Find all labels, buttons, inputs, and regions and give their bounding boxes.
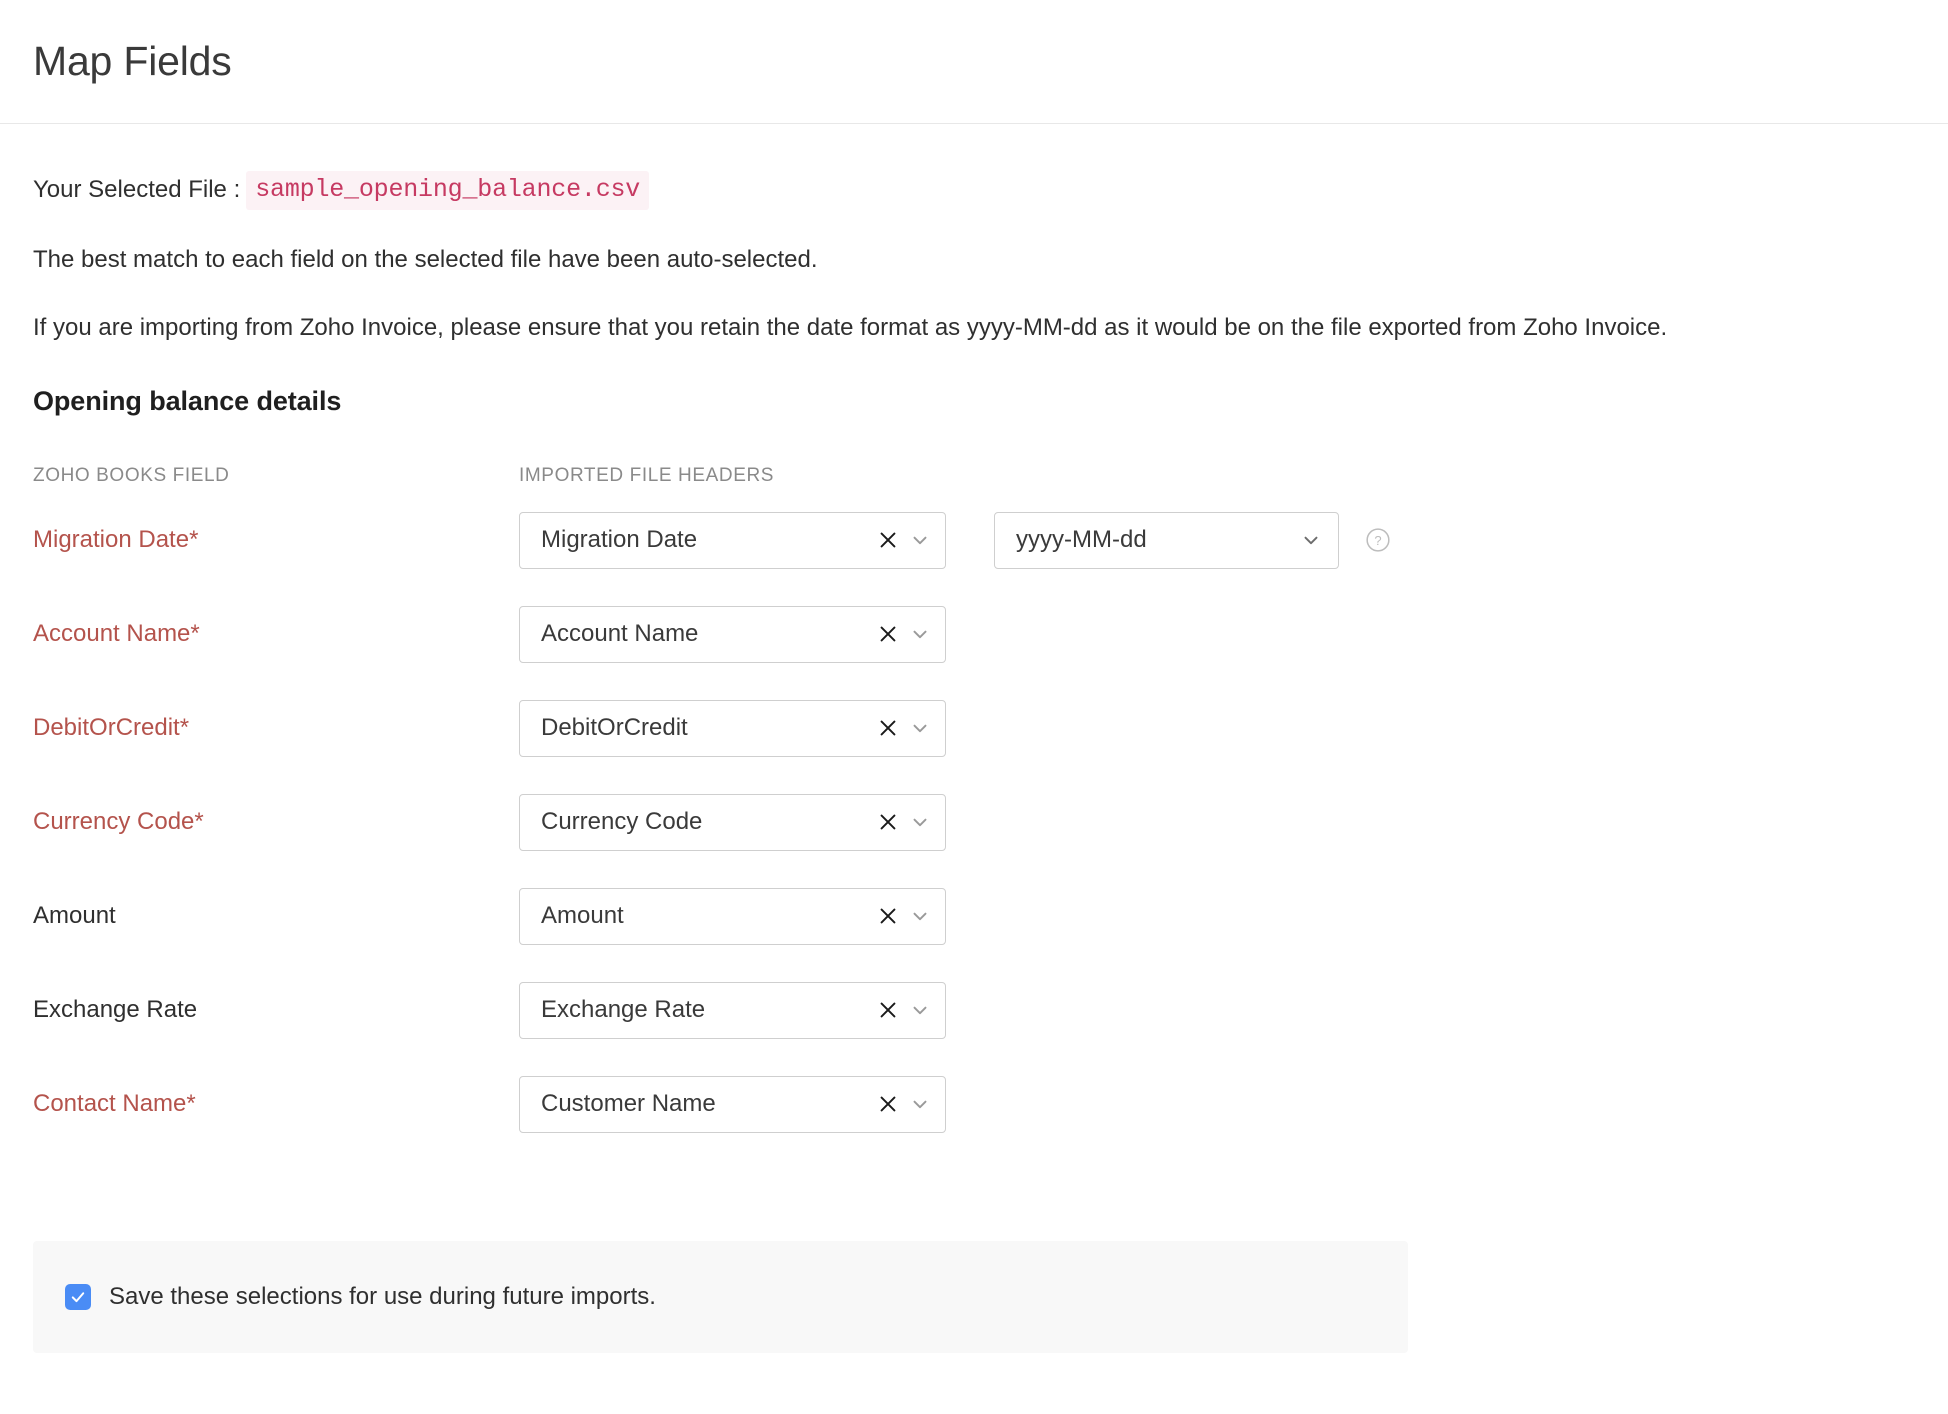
column-headers: ZOHO BOOKS FIELD IMPORTED FILE HEADERS [33, 465, 1915, 493]
help-circle-icon[interactable]: ? [1365, 527, 1391, 553]
chevron-down-icon[interactable] [1300, 529, 1322, 551]
header-select-debitorcredit[interactable]: DebitOrCredit [519, 700, 946, 757]
date-format-select[interactable]: yyyy-MM-dd [994, 512, 1339, 569]
header-select-account-name[interactable]: Account Name [519, 606, 946, 663]
close-x-icon[interactable] [877, 529, 899, 551]
svg-text:?: ? [1374, 533, 1381, 548]
chevron-down-icon[interactable] [909, 999, 931, 1021]
table-row: Migration Date* Migration Date yyyy-MM-d… [33, 493, 1915, 587]
close-x-icon[interactable] [877, 1093, 899, 1115]
close-x-icon[interactable] [877, 999, 899, 1021]
section-title: Opening balance details [33, 386, 1915, 417]
field-mapping-grid: ZOHO BOOKS FIELD IMPORTED FILE HEADERS M… [33, 465, 1915, 1151]
chevron-down-icon[interactable] [909, 1093, 931, 1115]
selected-file-name: sample_opening_balance.csv [246, 171, 649, 210]
column-header-imported-file-headers: IMPORTED FILE HEADERS [519, 465, 774, 487]
header-select-contact-name[interactable]: Customer Name [519, 1076, 946, 1133]
date-format-value: yyyy-MM-dd [1016, 526, 1300, 554]
header-select-exchange-rate[interactable]: Exchange Rate [519, 982, 946, 1039]
main-content: Your Selected File : sample_opening_bala… [0, 172, 1948, 1353]
field-label-exchange-rate: Exchange Rate [33, 996, 519, 1024]
chevron-down-icon[interactable] [909, 717, 931, 739]
header-select-value: DebitOrCredit [541, 714, 877, 742]
field-label-currency-code: Currency Code* [33, 808, 519, 836]
header-select-value: Customer Name [541, 1090, 877, 1118]
save-selections-label: Save these selections for use during fut… [109, 1283, 656, 1311]
check-icon [69, 1288, 87, 1306]
field-label-amount: Amount [33, 902, 519, 930]
table-row: Currency Code* Currency Code [33, 775, 1915, 869]
close-x-icon[interactable] [877, 905, 899, 927]
field-label-account-name: Account Name* [33, 620, 519, 648]
field-label-migration-date: Migration Date* [33, 526, 519, 554]
header-select-value: Account Name [541, 620, 877, 648]
header-select-value: Currency Code [541, 808, 877, 836]
close-x-icon[interactable] [877, 811, 899, 833]
page-title: Map Fields [33, 41, 232, 82]
page-header: Map Fields [0, 0, 1948, 124]
field-label-debitorcredit: DebitOrCredit* [33, 714, 519, 742]
close-x-icon[interactable] [877, 623, 899, 645]
chevron-down-icon[interactable] [909, 529, 931, 551]
header-select-amount[interactable]: Amount [519, 888, 946, 945]
header-select-value: Migration Date [541, 526, 877, 554]
table-row: DebitOrCredit* DebitOrCredit [33, 681, 1915, 775]
close-x-icon[interactable] [877, 717, 899, 739]
table-row: Contact Name* Customer Name [33, 1057, 1915, 1151]
selected-file-label: Your Selected File : [33, 176, 240, 204]
intro-line-1: The best match to each field on the sele… [33, 246, 1915, 274]
header-select-value: Amount [541, 902, 877, 930]
chevron-down-icon[interactable] [909, 623, 931, 645]
table-row: Account Name* Account Name [33, 587, 1915, 681]
intro-line-2: If you are importing from Zoho Invoice, … [33, 314, 1915, 342]
header-select-currency-code[interactable]: Currency Code [519, 794, 946, 851]
chevron-down-icon[interactable] [909, 811, 931, 833]
chevron-down-icon[interactable] [909, 905, 931, 927]
save-selections-checkbox[interactable] [65, 1284, 91, 1310]
header-select-migration-date[interactable]: Migration Date [519, 512, 946, 569]
table-row: Exchange Rate Exchange Rate [33, 963, 1915, 1057]
save-selections-panel: Save these selections for use during fut… [33, 1241, 1408, 1353]
column-header-zoho-books-field: ZOHO BOOKS FIELD [33, 465, 519, 487]
field-label-contact-name: Contact Name* [33, 1090, 519, 1118]
table-row: Amount Amount [33, 869, 1915, 963]
header-select-value: Exchange Rate [541, 996, 877, 1024]
selected-file-row: Your Selected File : sample_opening_bala… [33, 172, 1915, 208]
